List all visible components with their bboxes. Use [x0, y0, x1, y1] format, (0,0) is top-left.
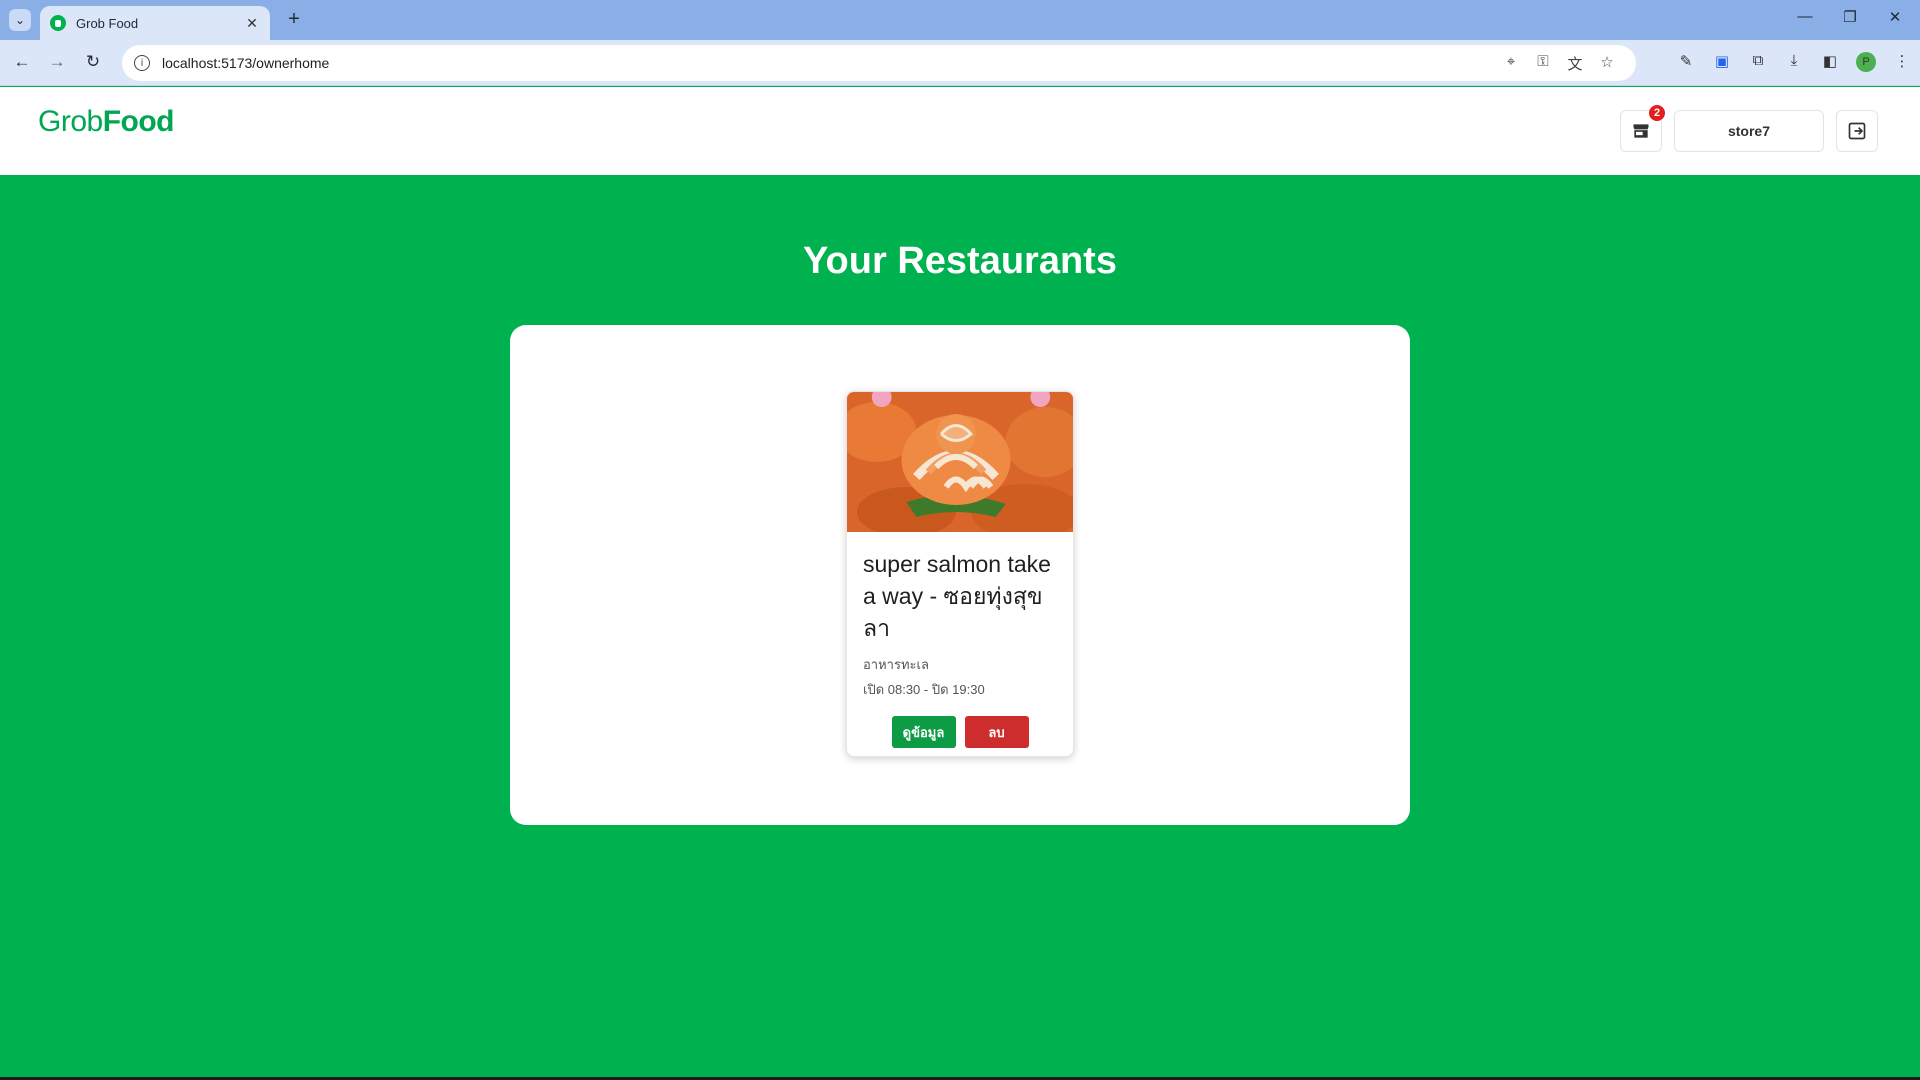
logout-icon [1848, 122, 1866, 140]
app-header: GrobFood 2 store7 [0, 87, 1920, 175]
tab-title: Grob Food [76, 15, 139, 31]
reload-icon[interactable]: ↻ [81, 52, 105, 72]
download-icon[interactable]: ⤓ [1776, 52, 1812, 72]
address-bar[interactable]: i localhost:5173/ownerhome ⌖ ⚿ 文 ☆ [122, 45, 1636, 81]
side-panel-icon[interactable]: ◧ [1812, 52, 1848, 72]
close-tab-icon[interactable]: ✕ [244, 15, 260, 32]
restore-icon[interactable]: ❐ [1838, 8, 1862, 26]
tab-search-button[interactable]: ⌄ [9, 9, 31, 31]
logout-button[interactable] [1836, 110, 1878, 152]
translate-icon[interactable]: 文 [1566, 53, 1584, 74]
translate-extension-icon[interactable]: ▣ [1704, 52, 1740, 72]
delete-button[interactable]: ลบ [964, 716, 1029, 748]
new-tab-button[interactable]: + [282, 8, 306, 32]
close-window-icon[interactable]: ✕ [1883, 8, 1907, 26]
profile-avatar[interactable]: P [1856, 52, 1876, 72]
grobfood-logo[interactable]: GrobFood [38, 105, 175, 139]
browser-tab[interactable]: Grob Food ✕ [40, 6, 270, 40]
key-icon[interactable]: ⚿ [1534, 53, 1552, 74]
browser-tabbar: ⌄ Grob Food ✕ + — ❐ ✕ [0, 0, 1920, 40]
pen-extension-icon[interactable]: ✎ [1668, 52, 1704, 72]
back-icon[interactable]: ← [10, 52, 34, 72]
card-actions: ดูข้อมูล ลบ [847, 716, 1073, 748]
restaurants-panel: super salmon take a way - ซอยทุ่งสุขลา อ… [510, 325, 1410, 825]
browser-toolbar: ← → ↻ i localhost:5173/ownerhome ⌖ ⚿ 文 ☆… [0, 40, 1920, 86]
restaurant-name: super salmon take a way - ซอยทุ่งสุขลา [863, 551, 1051, 641]
restaurant-hours: เปิด 08:30 - ปิด 19:30 [863, 682, 985, 697]
site-info-icon[interactable]: i [134, 55, 150, 71]
url-text: localhost:5173/ownerhome [162, 55, 330, 71]
restaurant-image [847, 392, 1073, 532]
grobfood-favicon-icon [50, 15, 66, 31]
restaurant-card: super salmon take a way - ซอยทุ่งสุขลา อ… [846, 391, 1074, 757]
minimize-icon[interactable]: — [1793, 8, 1817, 25]
extensions-puzzle-icon[interactable]: ⧉ [1740, 52, 1776, 72]
restaurant-category: อาหารทะเล [863, 657, 929, 672]
page-title: Your Restaurants [803, 240, 1117, 282]
forward-icon[interactable]: → [45, 52, 69, 72]
menu-kebab-icon[interactable]: ⋮ [1884, 52, 1920, 72]
location-icon[interactable]: ⌖ [1502, 53, 1520, 74]
bookmark-star-icon[interactable]: ☆ [1598, 53, 1616, 74]
view-details-button[interactable]: ดูข้อมูล [891, 716, 956, 748]
notification-badge: 2 [1649, 105, 1665, 121]
store-icon [1633, 124, 1649, 138]
username-button[interactable]: store7 [1674, 110, 1824, 152]
